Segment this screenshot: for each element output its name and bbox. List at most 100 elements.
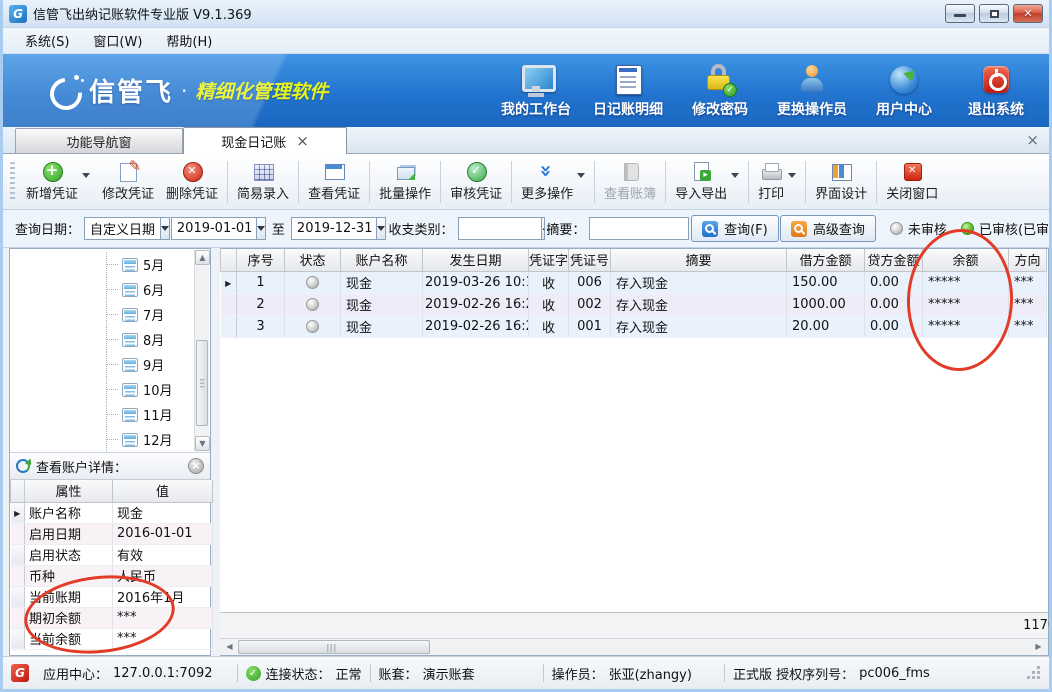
toolbar-more-operations-button[interactable]: 更多操作 bbox=[515, 158, 591, 205]
dropdown-arrow-icon[interactable] bbox=[82, 173, 90, 178]
tabstrip-close-icon[interactable] bbox=[1026, 131, 1039, 149]
panel-close-icon[interactable] bbox=[188, 458, 204, 474]
toolbar-separator bbox=[227, 161, 228, 203]
tree-connector bbox=[106, 252, 119, 277]
col-voucher-word[interactable]: 凭证字 bbox=[529, 249, 569, 271]
tree-item-month-12[interactable]: 12月 bbox=[10, 427, 210, 452]
scroll-up-icon[interactable]: ▲ bbox=[195, 250, 210, 265]
date-to-select[interactable]: 2019-12-31 bbox=[291, 217, 377, 240]
tab-function-nav[interactable]: 功能导航窗 bbox=[15, 128, 183, 153]
tree-item-month-7[interactable]: 7月 bbox=[10, 302, 210, 327]
account-detail-row[interactable]: 账户名称 现金 bbox=[11, 502, 213, 523]
toolbar-add-voucher-button[interactable]: 新增凭证 bbox=[20, 158, 96, 205]
banner-action-workstation[interactable]: 我的工作台 bbox=[493, 62, 579, 119]
tree-item-month-10[interactable]: 10月 bbox=[10, 377, 210, 402]
horizontal-scrollbar[interactable]: ◀ ▶ bbox=[220, 638, 1048, 655]
horizontal-scrollbar-thumb[interactable] bbox=[238, 640, 430, 654]
row-selector-header bbox=[221, 249, 237, 271]
app-logo-icon bbox=[9, 5, 27, 23]
dropdown-arrow-icon[interactable] bbox=[731, 173, 739, 178]
col-debit[interactable]: 借方金额 bbox=[787, 249, 865, 271]
dropdown-arrow-icon[interactable] bbox=[788, 173, 796, 178]
banner-action-change-password[interactable]: 修改密码 bbox=[677, 62, 763, 119]
toolbar-audit-voucher-button[interactable]: 审核凭证 bbox=[444, 158, 508, 205]
menu-system[interactable]: 系统(S) bbox=[13, 29, 81, 52]
summary-input[interactable] bbox=[589, 217, 689, 240]
toolbar-edit-voucher-button[interactable]: 修改凭证 bbox=[96, 158, 160, 205]
close-button[interactable] bbox=[1013, 4, 1043, 23]
scroll-left-icon[interactable]: ◀ bbox=[222, 640, 237, 654]
banner-action-journal-detail[interactable]: 日记账明细 bbox=[585, 62, 671, 119]
date-mode-dropdown-icon[interactable] bbox=[161, 217, 170, 240]
query-button[interactable]: 查询(F) bbox=[691, 215, 779, 242]
resize-grip[interactable] bbox=[1027, 666, 1041, 680]
date-mode-select[interactable]: 自定义日期 bbox=[84, 217, 161, 240]
category-input[interactable] bbox=[458, 217, 542, 240]
tab-close-icon[interactable] bbox=[296, 134, 309, 149]
scroll-down-icon[interactable]: ▼ bbox=[195, 436, 210, 451]
panel-splitter[interactable] bbox=[211, 248, 220, 656]
col-voucher-no[interactable]: 凭证号 bbox=[569, 249, 611, 271]
category-ellipsis-button[interactable] bbox=[542, 217, 545, 240]
tree-item-month-11[interactable]: 11月 bbox=[10, 402, 210, 427]
toolbar-quick-entry-button[interactable]: 简易录入 bbox=[231, 158, 295, 205]
toolbar-print-button[interactable]: 打印 bbox=[752, 158, 802, 205]
col-date[interactable]: 发生日期 bbox=[423, 249, 529, 271]
date-from-select[interactable]: 2019-01-01 bbox=[171, 217, 257, 240]
print-icon bbox=[761, 161, 781, 181]
account-detail-row[interactable]: 当前账期 2016年1月 bbox=[11, 586, 213, 607]
toolbar-drag-handle[interactable] bbox=[10, 162, 15, 202]
date-to-dropdown-icon[interactable] bbox=[377, 217, 386, 240]
date-from-dropdown-icon[interactable] bbox=[257, 217, 266, 240]
restore-button[interactable] bbox=[979, 4, 1009, 23]
tabstrip: 功能导航窗 现金日记账 bbox=[3, 127, 1049, 154]
legend-audited: 已审核(已审 bbox=[961, 219, 1049, 238]
account-detail-row[interactable]: 启用日期 2016-01-01 bbox=[11, 523, 213, 544]
account-detail-row[interactable]: 启用状态 有效 bbox=[11, 544, 213, 565]
journal-row[interactable]: 1 现金 2019-03-26 10:10 收 006 存入现金 150.00 … bbox=[221, 271, 1047, 293]
col-balance[interactable]: 余额 bbox=[923, 249, 1009, 271]
tab-cash-journal[interactable]: 现金日记账 bbox=[183, 127, 347, 154]
journal-row[interactable]: 2 现金 2019-02-26 16:20 收 002 存入现金 1000.00… bbox=[221, 293, 1047, 315]
tree-item-month-5[interactable]: 5月 bbox=[10, 252, 210, 277]
col-credit[interactable]: 贷方金额 bbox=[865, 249, 923, 271]
tree-item-month-6[interactable]: 6月 bbox=[10, 277, 210, 302]
account-detail-row[interactable]: 当前余额 *** bbox=[11, 628, 213, 649]
tree-item-month-9[interactable]: 9月 bbox=[10, 352, 210, 377]
view-voucher-icon bbox=[324, 161, 344, 181]
col-summary[interactable]: 摘要 bbox=[611, 249, 787, 271]
col-seq[interactable]: 序号 bbox=[237, 249, 285, 271]
close-icon bbox=[1014, 5, 1042, 22]
banner-action-user-center[interactable]: 用户中心 bbox=[861, 62, 947, 119]
toolbar-view-voucher-button[interactable]: 查看凭证 bbox=[302, 158, 366, 205]
month-node-icon bbox=[122, 333, 138, 347]
total-debit: 1170.00 bbox=[1015, 618, 1052, 633]
banner-action-switch-operator[interactable]: 更换操作员 bbox=[769, 62, 855, 119]
tree-scrollbar[interactable]: ▲ ▼ bbox=[194, 250, 209, 451]
toolbar-ui-design-button[interactable]: 界面设计 bbox=[809, 158, 873, 205]
col-direction[interactable]: 方向 bbox=[1009, 249, 1047, 271]
col-status[interactable]: 状态 bbox=[285, 249, 341, 271]
menu-help[interactable]: 帮助(H) bbox=[154, 29, 224, 52]
menu-window[interactable]: 窗口(W) bbox=[81, 29, 154, 52]
user-center-icon bbox=[888, 64, 920, 96]
scroll-right-icon[interactable]: ▶ bbox=[1031, 640, 1046, 654]
account-detail-row[interactable]: 期初余额 *** bbox=[11, 607, 213, 628]
banner-action-exit-system[interactable]: 退出系统 bbox=[953, 62, 1039, 119]
minimize-button[interactable] bbox=[945, 4, 975, 23]
refresh-icon[interactable] bbox=[16, 459, 30, 473]
tree-scrollbar-thumb[interactable] bbox=[196, 340, 208, 426]
toolbar-delete-voucher-button[interactable]: 删除凭证 bbox=[160, 158, 224, 205]
account-detail-row[interactable]: 币种 人民币 bbox=[11, 565, 213, 586]
statusbar-logo-icon bbox=[11, 664, 29, 682]
tree-item-month-8[interactable]: 8月 bbox=[10, 327, 210, 352]
toolbar-close-window-button[interactable]: 关闭窗口 bbox=[880, 158, 944, 205]
advanced-query-button[interactable]: 高级查询 bbox=[780, 215, 876, 242]
toolbar-import-export-button[interactable]: 导入导出 bbox=[669, 158, 745, 205]
journal-row[interactable]: 3 现金 2019-02-26 16:20 收 001 存入现金 20.00 0… bbox=[221, 315, 1047, 337]
toolbar-batch-operation-button[interactable]: 批量操作 bbox=[373, 158, 437, 205]
dropdown-arrow-icon[interactable] bbox=[577, 173, 585, 178]
unaudited-status-icon bbox=[890, 222, 903, 235]
col-account[interactable]: 账户名称 bbox=[341, 249, 423, 271]
tree-connector bbox=[106, 402, 119, 427]
